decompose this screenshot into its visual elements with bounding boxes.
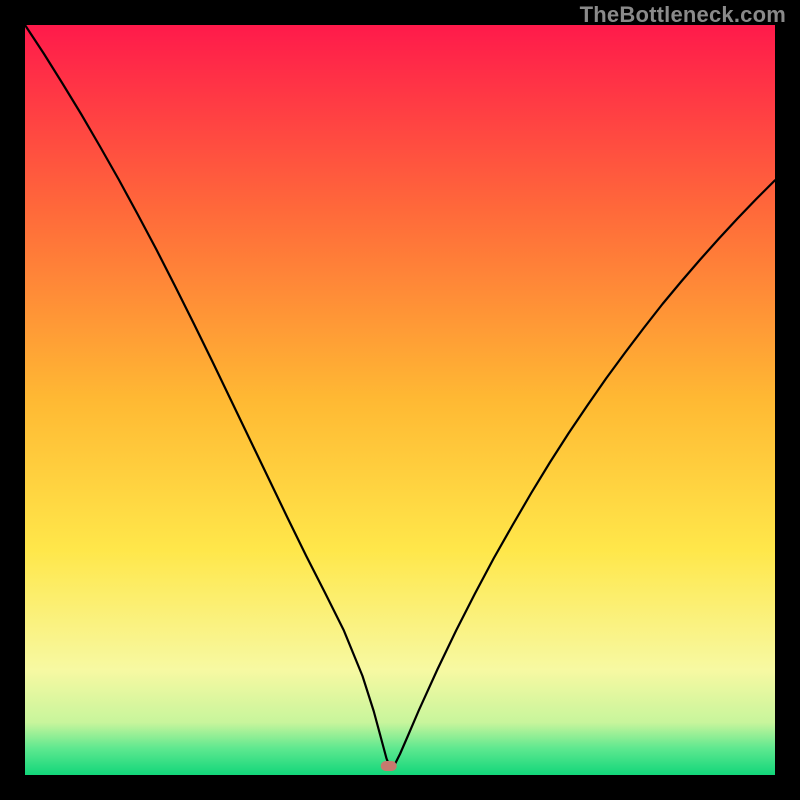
plot-area xyxy=(25,25,775,775)
optimum-marker xyxy=(381,761,397,771)
watermark-text: TheBottleneck.com xyxy=(580,2,786,28)
bottleneck-chart xyxy=(0,0,800,800)
